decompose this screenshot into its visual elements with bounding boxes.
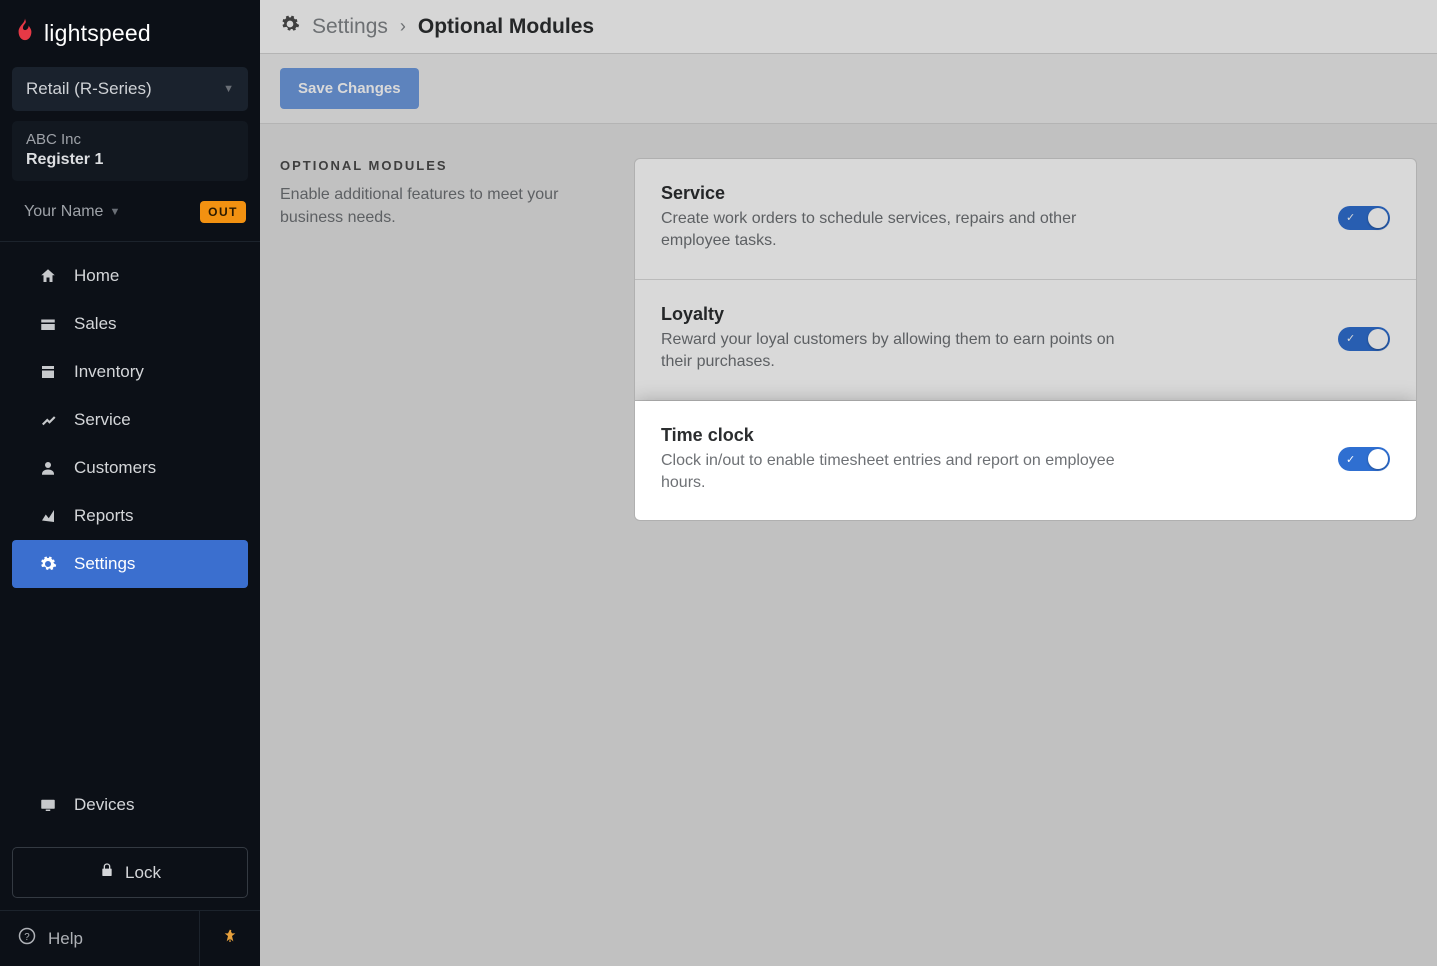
- svg-text:?: ?: [24, 932, 30, 943]
- sidebar-item-customers[interactable]: Customers: [12, 444, 248, 492]
- product-selector[interactable]: Retail (R-Series) ▼: [12, 67, 248, 111]
- brand-text: lightspeed: [44, 20, 151, 47]
- topbar: Settings › Optional Modules: [260, 0, 1437, 54]
- user-name: Your Name: [24, 203, 103, 221]
- sidebar-item-label: Service: [74, 410, 131, 430]
- help-icon: ?: [18, 927, 36, 950]
- module-text: Service Create work orders to schedule s…: [661, 183, 1131, 253]
- devices-icon: [38, 796, 58, 814]
- pin-button[interactable]: [200, 911, 260, 966]
- sidebar-item-label: Sales: [74, 314, 117, 334]
- customers-icon: [38, 459, 58, 477]
- sidebar-item-label: Reports: [74, 506, 134, 526]
- module-desc: Clock in/out to enable timesheet entries…: [661, 450, 1131, 495]
- sidebar-item-reports[interactable]: Reports: [12, 492, 248, 540]
- sidebar-item-label: Settings: [74, 554, 135, 574]
- sidebar-bottom: Devices Lock ? Help: [0, 781, 260, 966]
- help-label: Help: [48, 929, 83, 949]
- register-name: Register 1: [26, 151, 234, 169]
- sales-icon: [38, 315, 58, 333]
- chevron-right-icon: ›: [400, 16, 406, 37]
- status-badge[interactable]: OUT: [200, 201, 246, 223]
- main-nav: Home Sales Inventory Service Customers R…: [0, 242, 260, 781]
- account-box[interactable]: ABC Inc Register 1: [12, 121, 248, 181]
- content: OPTIONAL MODULES Enable additional featu…: [260, 124, 1437, 541]
- chevron-down-icon: ▼: [109, 206, 120, 218]
- user-menu[interactable]: Your Name ▼: [24, 203, 120, 221]
- sidebar-item-inventory[interactable]: Inventory: [12, 348, 248, 396]
- actionbar: Save Changes: [260, 54, 1437, 124]
- toggle-loyalty[interactable]: ✓: [1338, 327, 1390, 351]
- sidebar-item-label: Inventory: [74, 362, 144, 382]
- module-text: Loyalty Reward your loyal customers by a…: [661, 304, 1131, 374]
- breadcrumb-current: Optional Modules: [418, 15, 594, 39]
- modules-panel: Service Create work orders to schedule s…: [634, 158, 1417, 521]
- module-title: Loyalty: [661, 304, 1131, 325]
- toggle-knob: [1368, 449, 1388, 469]
- check-icon: ✓: [1346, 211, 1355, 224]
- help-button[interactable]: ? Help: [0, 911, 200, 966]
- chevron-down-icon: ▼: [223, 83, 234, 95]
- lock-label: Lock: [125, 863, 161, 883]
- user-row: Your Name ▼ OUT: [0, 187, 260, 242]
- breadcrumb-parent[interactable]: Settings: [312, 15, 388, 39]
- gear-icon: [280, 14, 300, 39]
- sidebar-item-home[interactable]: Home: [12, 252, 248, 300]
- section-description: Enable additional features to meet your …: [280, 183, 610, 229]
- module-title: Service: [661, 183, 1131, 204]
- toggle-service[interactable]: ✓: [1338, 206, 1390, 230]
- toggle-time-clock[interactable]: ✓: [1338, 447, 1390, 471]
- module-desc: Reward your loyal customers by allowing …: [661, 329, 1131, 374]
- sidebar-item-label: Home: [74, 266, 119, 286]
- company-name: ABC Inc: [26, 131, 234, 148]
- section-heading: OPTIONAL MODULES: [280, 158, 610, 173]
- sidebar-item-label: Customers: [74, 458, 156, 478]
- module-time-clock: Time clock Clock in/out to enable timesh…: [635, 401, 1416, 521]
- lock-icon: [99, 862, 115, 883]
- sidebar-item-settings[interactable]: Settings: [12, 540, 248, 588]
- module-title: Time clock: [661, 425, 1131, 446]
- module-loyalty: Loyalty Reward your loyal customers by a…: [635, 280, 1416, 401]
- toggle-knob: [1368, 329, 1388, 349]
- module-service: Service Create work orders to schedule s…: [635, 159, 1416, 280]
- service-icon: [38, 411, 58, 429]
- logo[interactable]: lightspeed: [0, 0, 260, 67]
- sidebar-item-devices[interactable]: Devices: [12, 781, 248, 829]
- sidebar-item-label: Devices: [74, 795, 134, 815]
- sidebar-item-sales[interactable]: Sales: [12, 300, 248, 348]
- save-button[interactable]: Save Changes: [280, 68, 419, 109]
- sidebar-item-service[interactable]: Service: [12, 396, 248, 444]
- pin-icon: [222, 928, 238, 949]
- toggle-knob: [1368, 208, 1388, 228]
- gear-icon: [38, 555, 58, 573]
- check-icon: ✓: [1346, 332, 1355, 345]
- home-icon: [38, 267, 58, 285]
- product-selector-label: Retail (R-Series): [26, 79, 152, 99]
- lock-button[interactable]: Lock: [12, 847, 248, 898]
- flame-icon: [14, 18, 36, 49]
- reports-icon: [38, 507, 58, 525]
- main-area: Settings › Optional Modules Save Changes…: [260, 0, 1437, 966]
- module-text: Time clock Clock in/out to enable timesh…: [661, 425, 1131, 495]
- section-intro: OPTIONAL MODULES Enable additional featu…: [280, 158, 610, 229]
- check-icon: ✓: [1346, 453, 1355, 466]
- sidebar: lightspeed Retail (R-Series) ▼ ABC Inc R…: [0, 0, 260, 966]
- footer-row: ? Help: [0, 910, 260, 966]
- inventory-icon: [38, 363, 58, 381]
- module-desc: Create work orders to schedule services,…: [661, 208, 1131, 253]
